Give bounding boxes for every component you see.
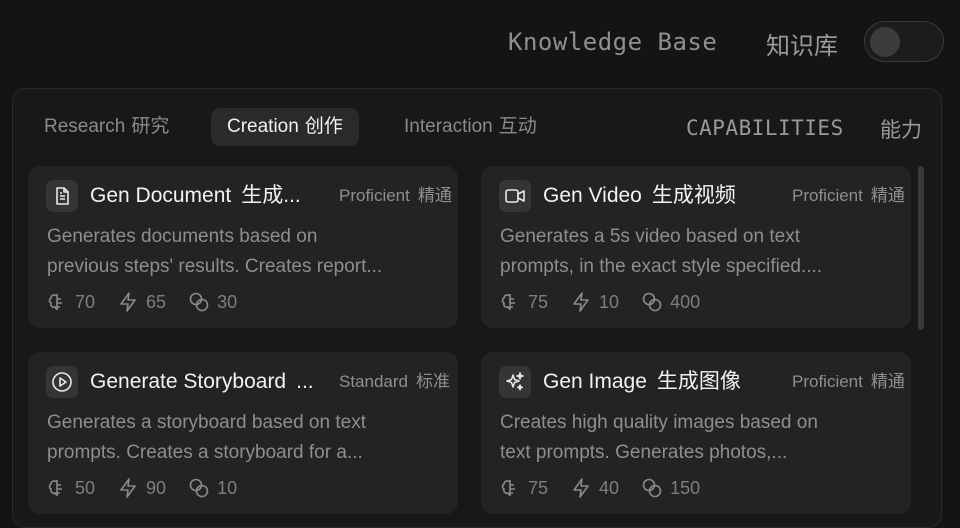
tab-label: Interaction [404, 116, 493, 137]
tab-label: Research [44, 116, 126, 137]
card-description: Generates a 5s video based on text prompt… [500, 226, 823, 277]
knowledge-base-toggle[interactable] [864, 21, 944, 62]
brain-icon [48, 294, 62, 310]
brain-icon [48, 480, 62, 496]
tab-research[interactable]: Research 研究 [28, 108, 185, 146]
tab-interaction[interactable]: Interaction 互动 [388, 108, 553, 146]
capabilities-heading: CAPABILITIES [686, 116, 844, 140]
stat-brain: 70 [46, 291, 95, 313]
coins-icon [642, 292, 662, 312]
stat-brain: 50 [46, 477, 95, 499]
lightning-icon [120, 292, 136, 312]
header-bar: Knowledge Base 知识库 [0, 0, 960, 86]
capabilities-heading-cn: 能力 [880, 119, 922, 142]
sparkles-icon [499, 366, 531, 398]
video-icon [499, 180, 531, 212]
card-stats: 75 10 400 [499, 290, 722, 314]
capability-card-gen-image[interactable]: Gen Image 生成图像 Proficient 精通 Creates high … [481, 352, 911, 514]
play-circle-icon [46, 366, 78, 398]
tab-label-cn: 研究 [131, 116, 170, 137]
card-level: Proficient 精通 [792, 186, 905, 205]
card-title: Gen Document 生成... [90, 184, 301, 207]
lightning-icon [573, 292, 589, 312]
coins-icon [189, 292, 209, 312]
stat-coins: 30 [188, 291, 237, 313]
card-level: Standard 标准 [339, 372, 450, 391]
card-description: Generates documents based on previous ste… [47, 226, 383, 277]
tab-label: Creation [227, 116, 299, 137]
card-description: Creates high quality images based on text… [500, 412, 818, 463]
card-stats: 75 40 150 [499, 476, 722, 500]
stat-speed: 65 [117, 291, 166, 313]
capability-card-gen-document[interactable]: Gen Document 生成... Proficient 精通 Generates… [28, 166, 458, 328]
lightning-icon [573, 478, 589, 498]
card-title: Gen Image 生成图像 [543, 370, 741, 393]
lightning-icon [120, 478, 136, 498]
document-icon [46, 180, 78, 212]
knowledge-base-label: Knowledge Base [508, 28, 718, 56]
card-title: Gen Video 生成视频 [543, 184, 736, 207]
card-stats: 70 65 30 [46, 290, 259, 314]
stat-coins: 150 [641, 477, 700, 499]
stat-brain: 75 [499, 477, 548, 499]
stat-speed: 90 [117, 477, 166, 499]
tab-label-cn: 创作 [304, 116, 343, 137]
knowledge-base-label-cn: 知识库 [766, 32, 838, 60]
brain-icon [501, 294, 515, 310]
coins-icon [189, 478, 209, 498]
card-level: Proficient 精通 [792, 372, 905, 391]
capability-card-gen-video[interactable]: Gen Video 生成视频 Proficient 精通 Generates a 5… [481, 166, 911, 328]
card-description: Generates a storyboard based on text prom… [47, 412, 366, 463]
brain-icon [501, 480, 515, 496]
card-stats: 50 90 10 [46, 476, 259, 500]
stat-speed: 10 [570, 291, 619, 313]
card-level: Proficient 精通 [339, 186, 452, 205]
stat-brain: 75 [499, 291, 548, 313]
tab-label-cn: 互动 [498, 116, 537, 137]
stat-coins: 10 [188, 477, 237, 499]
toggle-knob [870, 27, 900, 57]
stat-coins: 400 [641, 291, 700, 313]
card-title: Generate Storyboard... [90, 370, 314, 393]
coins-icon [642, 478, 662, 498]
capability-card-generate-storyboard[interactable]: Generate Storyboard... Standard 标准 Genera… [28, 352, 458, 514]
stat-speed: 40 [570, 477, 619, 499]
tab-creation[interactable]: Creation 创作 [211, 108, 359, 146]
scrollbar[interactable] [918, 166, 924, 330]
